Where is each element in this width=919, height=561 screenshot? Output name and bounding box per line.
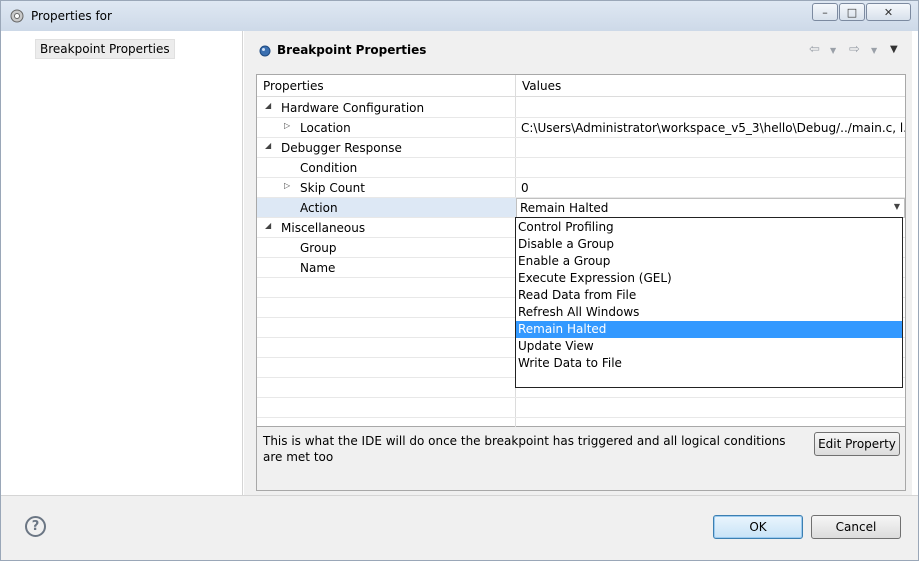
edit-property-button[interactable]: Edit Property bbox=[814, 432, 900, 456]
sidebar-tree: Breakpoint Properties bbox=[8, 31, 243, 495]
dropdown-option[interactable]: Read Data from File bbox=[516, 287, 902, 304]
action-dropdown-list[interactable]: Control Profiling Disable a Group Enable a… bbox=[515, 217, 903, 388]
collapsed-twisty-icon[interactable]: ▷ bbox=[284, 181, 290, 190]
minimize-button[interactable]: – bbox=[812, 3, 838, 21]
property-label: Skip Count bbox=[300, 181, 365, 195]
ok-button[interactable]: OK bbox=[713, 515, 803, 539]
description-panel: This is what the IDE will do once the br… bbox=[256, 427, 906, 491]
page-area: Breakpoint Properties ⇦ ▼ ⇨ ▼ ▼ Properti… bbox=[244, 31, 912, 495]
action-combo-box[interactable]: Remain Halted ▼ bbox=[516, 198, 905, 218]
collapsed-twisty-icon[interactable]: ▷ bbox=[284, 121, 290, 130]
breakpoint-icon bbox=[259, 45, 271, 57]
table-row[interactable]: ▷ Location C:\Users\Administrator\workspac… bbox=[257, 118, 905, 138]
column-header-values[interactable]: Values bbox=[522, 79, 561, 93]
property-label: Location bbox=[300, 121, 351, 135]
close-button[interactable]: ✕ bbox=[866, 3, 911, 21]
window-title: Properties for bbox=[31, 9, 112, 23]
forward-history-dropdown-icon[interactable]: ▼ bbox=[871, 46, 877, 55]
table-row[interactable]: ◢ Debugger Response bbox=[257, 138, 905, 158]
dropdown-option[interactable]: Remain Halted bbox=[516, 321, 902, 338]
table-row[interactable]: ◢ Hardware Configuration bbox=[257, 98, 905, 118]
property-description: This is what the IDE will do once the br… bbox=[263, 434, 786, 464]
back-arrow-icon[interactable]: ⇦ bbox=[809, 42, 820, 57]
maximize-button[interactable]: □ bbox=[839, 3, 865, 21]
property-label: Debugger Response bbox=[281, 141, 402, 155]
expanded-twisty-icon[interactable]: ◢ bbox=[265, 221, 271, 230]
table-row[interactable]: Condition bbox=[257, 158, 905, 178]
dropdown-option[interactable]: Write Data to File bbox=[516, 355, 902, 372]
property-label: Condition bbox=[300, 161, 358, 175]
title-bar: Properties for – □ ✕ bbox=[1, 1, 918, 31]
empty-table-row bbox=[257, 398, 905, 418]
help-icon[interactable]: ? bbox=[25, 516, 46, 537]
page-title: Breakpoint Properties bbox=[277, 43, 427, 57]
close-icon: ✕ bbox=[883, 5, 894, 19]
button-bar: ? OK Cancel bbox=[1, 495, 918, 560]
table-header: Properties Values bbox=[257, 75, 905, 97]
back-history-dropdown-icon[interactable]: ▼ bbox=[830, 46, 836, 55]
dropdown-option[interactable]: Execute Expression (GEL) bbox=[516, 270, 902, 287]
combo-selected-value: Remain Halted bbox=[520, 201, 609, 215]
dropdown-option[interactable]: Disable a Group bbox=[516, 236, 902, 253]
property-label: Group bbox=[300, 241, 337, 255]
dropdown-option[interactable]: Control Profiling bbox=[516, 219, 902, 236]
property-label: Hardware Configuration bbox=[281, 101, 425, 115]
maximize-icon: □ bbox=[846, 5, 858, 19]
expanded-twisty-icon[interactable]: ◢ bbox=[265, 141, 271, 150]
forward-arrow-icon[interactable]: ⇨ bbox=[849, 42, 860, 57]
table-row-selected[interactable]: Action Remain HaltedRemain Halted ▼ bbox=[257, 198, 905, 218]
chevron-down-icon[interactable]: ▼ bbox=[894, 202, 900, 211]
dropdown-option[interactable]: Refresh All Windows bbox=[516, 304, 902, 321]
page-header: Breakpoint Properties ⇦ ▼ ⇨ ▼ ▼ bbox=[244, 31, 912, 69]
properties-dialog: Properties for – □ ✕ Breakpoint Properti… bbox=[0, 0, 919, 561]
dropdown-option[interactable]: Update View bbox=[516, 338, 902, 355]
property-label: Name bbox=[300, 261, 336, 275]
column-header-properties[interactable]: Properties bbox=[263, 79, 324, 93]
expanded-twisty-icon[interactable]: ◢ bbox=[265, 101, 271, 110]
sidebar-item-breakpoint-properties[interactable]: Breakpoint Properties bbox=[35, 39, 175, 59]
view-menu-icon[interactable]: ▼ bbox=[890, 44, 898, 55]
property-value[interactable]: 0 bbox=[521, 181, 905, 195]
table-row[interactable]: ▷ Skip Count 0 bbox=[257, 178, 905, 198]
gear-icon bbox=[10, 9, 24, 23]
cancel-button[interactable]: Cancel bbox=[811, 515, 901, 539]
property-label: Action bbox=[300, 201, 338, 215]
property-label: Miscellaneous bbox=[281, 221, 366, 235]
minimize-icon: – bbox=[822, 5, 828, 19]
dropdown-option[interactable]: Enable a Group bbox=[516, 253, 902, 270]
property-value[interactable]: C:\Users\Administrator\workspace_v5_3\he… bbox=[521, 121, 905, 135]
